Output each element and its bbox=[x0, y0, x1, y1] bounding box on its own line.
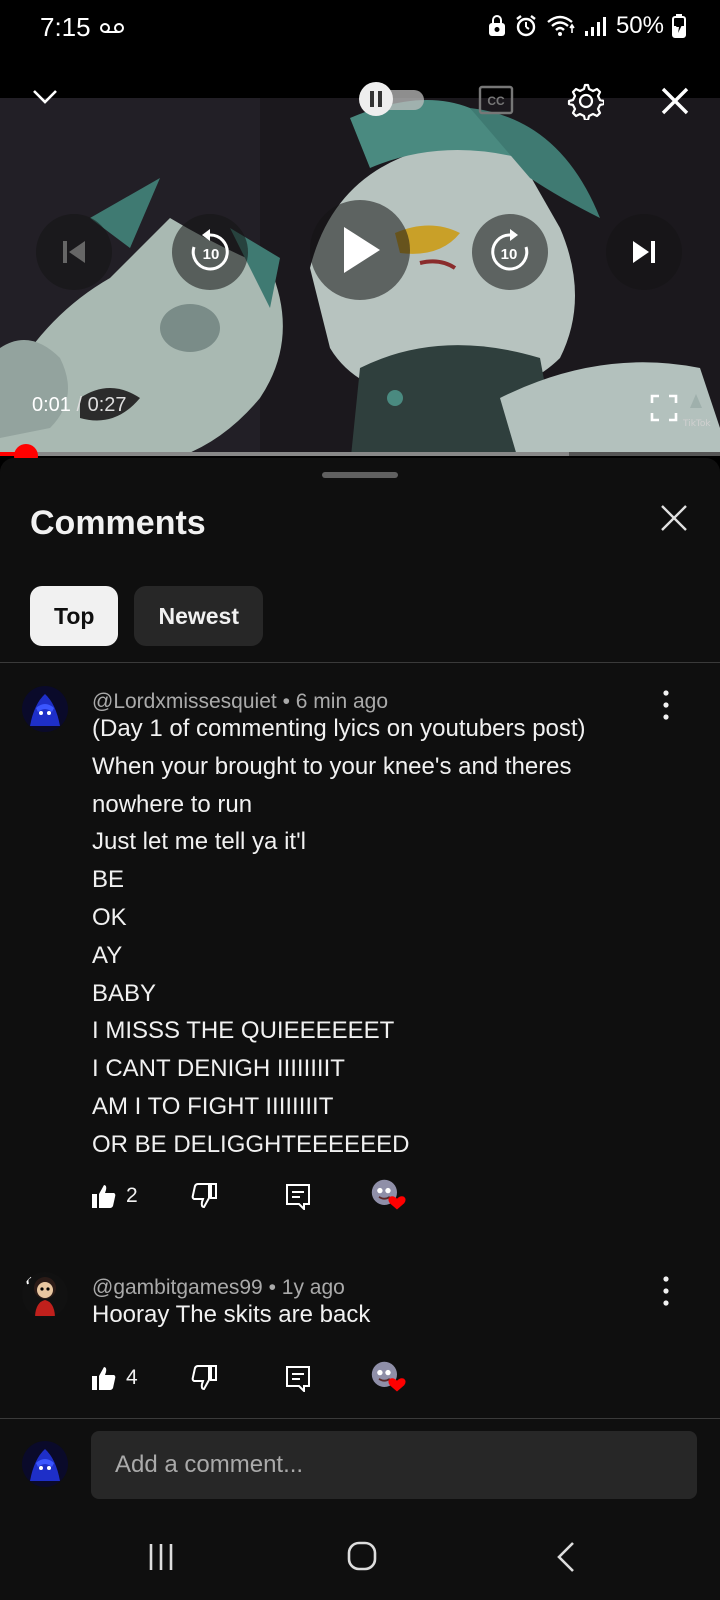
next-button[interactable] bbox=[606, 214, 682, 290]
fullscreen-icon bbox=[650, 394, 678, 422]
battery-percent: 50% bbox=[615, 12, 664, 39]
like-count: 2 bbox=[126, 1184, 138, 1207]
reply-icon bbox=[286, 1366, 310, 1392]
thumbs-down-icon bbox=[191, 1183, 217, 1209]
lock-sync-icon bbox=[488, 15, 505, 36]
thumbs-up-icon bbox=[92, 1185, 116, 1208]
autoplay-toggle[interactable] bbox=[358, 82, 428, 116]
settings-icon bbox=[567, 83, 604, 120]
alarm-icon bbox=[516, 15, 536, 37]
dislike-button[interactable] bbox=[190, 1364, 284, 1392]
comment-actions: 2 bbox=[90, 1178, 406, 1214]
avatar bbox=[22, 1441, 68, 1487]
current-time: 0:01 bbox=[32, 394, 71, 416]
like-button[interactable]: 2 bbox=[90, 1182, 190, 1210]
more-options-icon[interactable] bbox=[658, 1274, 674, 1308]
duration: 0:27 bbox=[87, 394, 127, 416]
wifi-icon bbox=[547, 15, 575, 36]
autoplay-toggle-icon bbox=[359, 82, 424, 116]
forward-10-icon: 10 bbox=[491, 229, 529, 271]
time-readout: 0:01 / 0:27 bbox=[32, 394, 127, 417]
video-player[interactable]: TikTok CC 10 10 0:01 / 0:27 bbox=[0, 56, 720, 456]
dislike-button[interactable] bbox=[190, 1182, 284, 1210]
comment-text: (Day 1 of commenting lyics on youtubers … bbox=[92, 715, 586, 1158]
rewind-10-icon: 10 bbox=[191, 229, 229, 271]
add-comment-input[interactable]: Add a comment... bbox=[91, 1431, 697, 1499]
time-separator: / bbox=[76, 394, 83, 416]
close-player-button[interactable] bbox=[660, 86, 690, 116]
signal-icon bbox=[584, 17, 606, 36]
like-count: 4 bbox=[126, 1366, 138, 1389]
avatar-image bbox=[22, 1441, 68, 1487]
comments-title: Comments bbox=[30, 504, 206, 542]
reply-icon bbox=[286, 1184, 310, 1210]
creator-heart-icon bbox=[371, 1361, 406, 1392]
status-time: 7:15 bbox=[40, 12, 91, 42]
settings-button[interactable] bbox=[566, 82, 604, 120]
chip-newest[interactable]: Newest bbox=[134, 586, 263, 646]
drag-handle[interactable] bbox=[322, 472, 398, 478]
like-button[interactable]: 4 bbox=[90, 1364, 190, 1392]
thumbs-down-icon bbox=[191, 1365, 217, 1391]
creator-heart-icon bbox=[371, 1179, 406, 1210]
fullscreen-button[interactable] bbox=[650, 394, 678, 422]
sort-chips: Top Newest bbox=[30, 586, 263, 646]
progress-bar[interactable] bbox=[0, 452, 720, 456]
svg-text:10: 10 bbox=[501, 246, 518, 263]
previous-button[interactable] bbox=[36, 214, 112, 290]
creator-heart bbox=[370, 1360, 406, 1396]
cc-icon: CC bbox=[478, 85, 514, 115]
chip-top[interactable]: Top bbox=[30, 586, 119, 646]
forward-10-button[interactable]: 10 bbox=[472, 214, 548, 290]
next-icon bbox=[633, 241, 655, 263]
close-icon bbox=[661, 87, 689, 115]
chevron-down-icon[interactable] bbox=[30, 84, 60, 108]
voicemail-icon bbox=[100, 23, 124, 33]
tiktok-watermark: TikTok bbox=[682, 419, 711, 429]
avatar-image bbox=[22, 686, 68, 732]
status-bar: 7:15 50% bbox=[0, 0, 720, 56]
svg-text:CC: CC bbox=[487, 94, 505, 108]
comment-item: @gambitgames99 • 1y ago Hooray The skits… bbox=[0, 1264, 720, 1414]
system-nav-bar bbox=[0, 1514, 720, 1600]
progress-buffered bbox=[0, 452, 569, 456]
close-comments-icon[interactable] bbox=[656, 500, 692, 536]
creator-heart bbox=[370, 1178, 406, 1214]
divider bbox=[0, 662, 720, 663]
reply-button[interactable] bbox=[284, 1364, 370, 1392]
recent-apps-icon[interactable] bbox=[146, 1542, 176, 1572]
more-options-icon[interactable] bbox=[658, 688, 674, 722]
back-icon[interactable] bbox=[554, 1540, 578, 1574]
thumbs-up-icon bbox=[92, 1367, 116, 1390]
comment-text: Hooray The skits are back bbox=[92, 1301, 371, 1328]
captions-button[interactable]: CC bbox=[478, 84, 514, 116]
play-button[interactable] bbox=[310, 200, 410, 300]
svg-text:10: 10 bbox=[203, 246, 220, 263]
avatar[interactable] bbox=[22, 1272, 68, 1318]
play-icon bbox=[344, 227, 380, 273]
previous-icon bbox=[63, 241, 85, 263]
avatar[interactable] bbox=[22, 686, 68, 732]
avatar-image bbox=[22, 1272, 68, 1318]
comment-actions: 4 bbox=[90, 1360, 406, 1396]
home-icon[interactable] bbox=[346, 1540, 378, 1572]
comments-panel: Comments Top Newest @Lordxmissesquiet • … bbox=[0, 458, 720, 1514]
add-comment-bar: Add a comment... bbox=[0, 1419, 720, 1515]
comment-item: @Lordxmissesquiet • 6 min ago (Day 1 of … bbox=[0, 678, 720, 1210]
reply-button[interactable] bbox=[284, 1182, 370, 1210]
battery-charging-icon bbox=[672, 14, 686, 38]
rewind-10-button[interactable]: 10 bbox=[172, 214, 248, 290]
